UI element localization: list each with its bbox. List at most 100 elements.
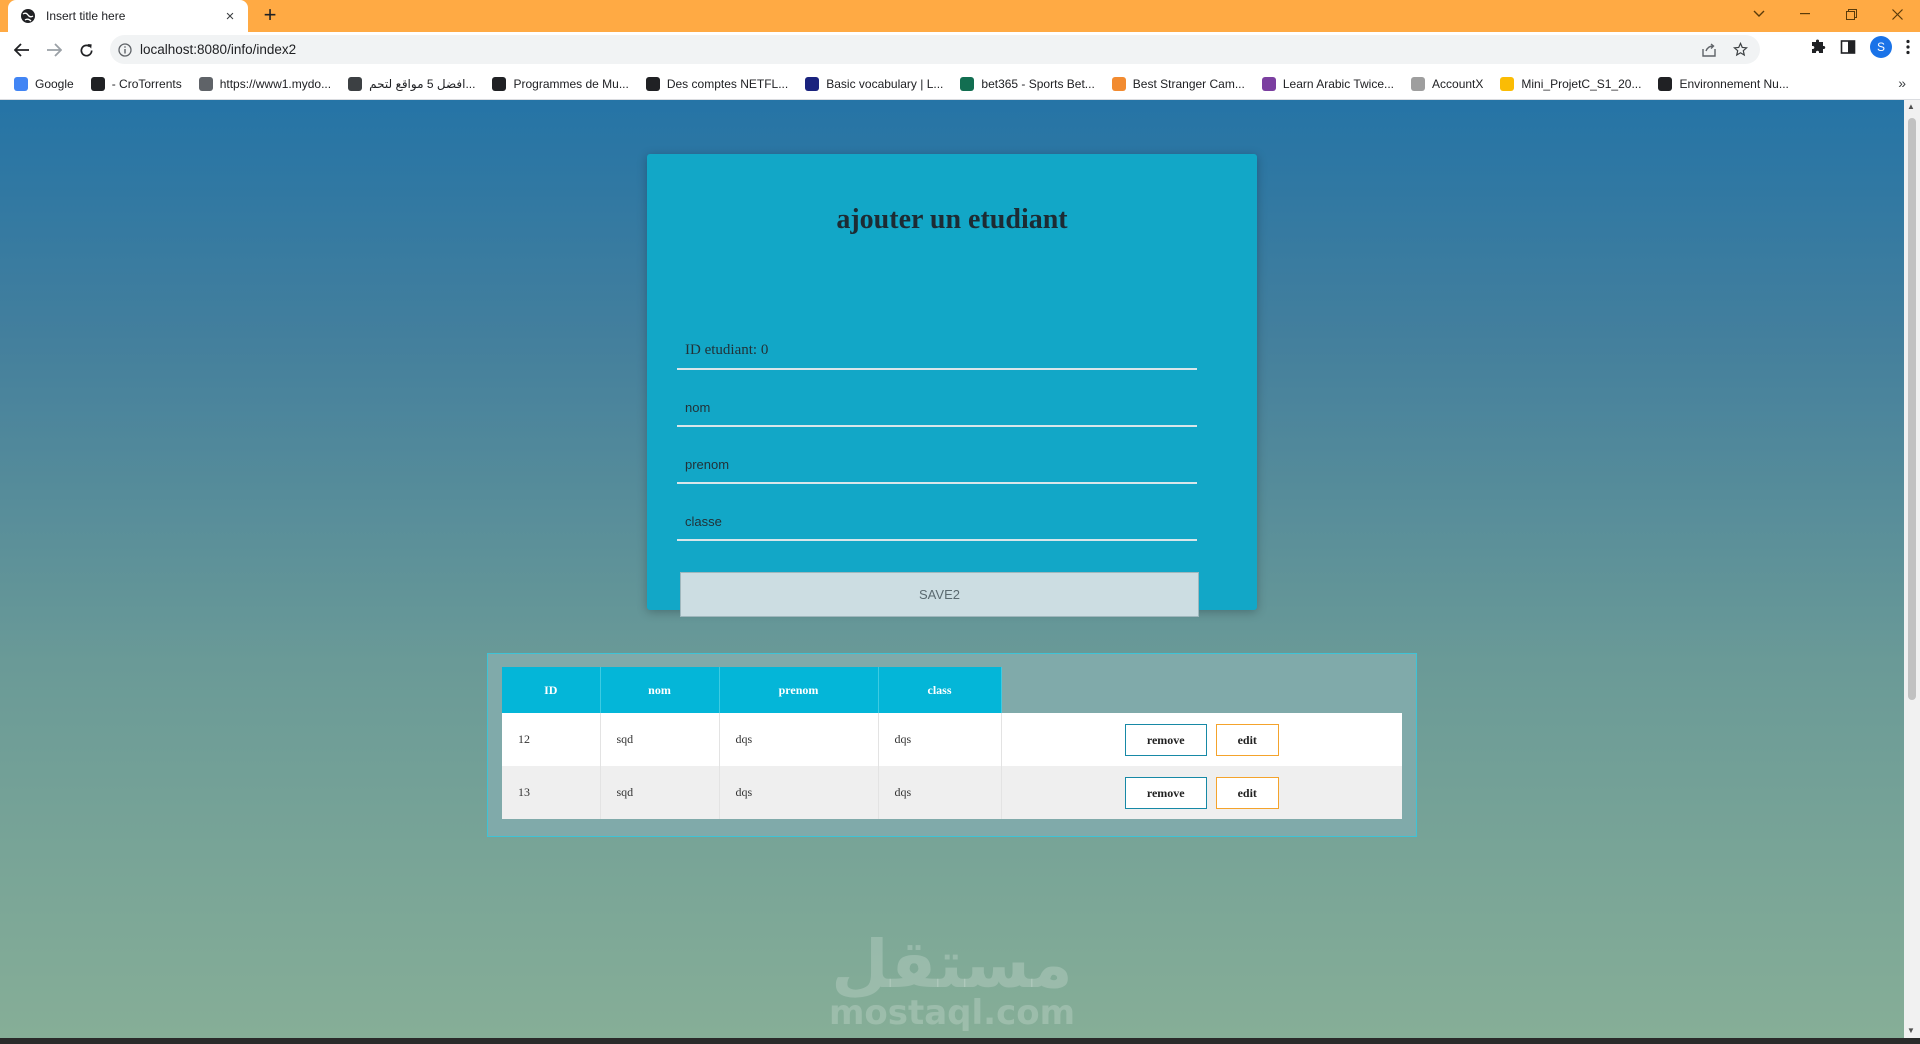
restore-icon[interactable]: [1828, 0, 1874, 28]
students-table: ID nom prenom class 12 sqd dqs dqs remov…: [502, 667, 1402, 819]
header-nom: nom: [600, 667, 720, 713]
bookmark-item[interactable]: https://www1.mydo...: [198, 76, 332, 91]
bookmark-favicon-icon: [1111, 76, 1126, 91]
bookmark-item[interactable]: Programmes de Mu...: [492, 76, 629, 91]
bookmark-label: افضل 5 مواقع لتحم...: [369, 76, 476, 91]
site-info-icon[interactable]: [118, 42, 132, 57]
add-student-form: ajouter un etudiant SAVE2: [647, 154, 1257, 617]
scroll-up-arrow-icon[interactable]: ▲: [1907, 102, 1915, 111]
bookmark-favicon-icon: [1261, 76, 1276, 91]
window-close-icon[interactable]: [1874, 0, 1920, 28]
bookmark-favicon-icon: [14, 76, 28, 91]
bookmark-item[interactable]: AccountX: [1411, 76, 1484, 91]
bookmark-item[interactable]: افضل 5 مواقع لتحم...: [348, 76, 476, 91]
page-viewport: ajouter un etudiant SAVE2 ID nom prenom …: [0, 100, 1904, 1038]
bookmark-label: AccountX: [1432, 76, 1484, 91]
bookmark-favicon-icon: [1411, 76, 1426, 91]
table-row: 13 sqd dqs dqs remove edit: [502, 766, 1402, 819]
address-bar[interactable]: localhost:8080/info/index2: [110, 35, 1760, 64]
cell-nom: sqd: [600, 766, 720, 819]
profile-avatar[interactable]: S: [1870, 36, 1892, 58]
bookmark-star-icon[interactable]: [1733, 42, 1748, 57]
bookmark-item[interactable]: Learn Arabic Twice...: [1261, 76, 1395, 91]
minimize-icon[interactable]: [1782, 0, 1828, 28]
header-class: class: [878, 667, 1002, 713]
form-title: ajouter un etudiant: [836, 204, 1068, 235]
bookmark-item[interactable]: Des comptes NETFL...: [645, 76, 789, 91]
bookmark-item[interactable]: Basic vocabulary | L...: [805, 76, 944, 91]
tab-close-icon[interactable]: ×: [222, 8, 238, 25]
bookmark-label: https://www1.mydo...: [219, 76, 332, 91]
bookmark-label: Mini_ProjetC_S1_20...: [1521, 76, 1642, 91]
bookmark-favicon-icon: [1500, 76, 1515, 91]
table-row: 12 sqd dqs dqs remove edit: [502, 713, 1402, 766]
tab-title: Insert title here: [46, 9, 126, 23]
watermark-arabic: مستقل: [831, 926, 1073, 1003]
tab-strip: Insert title here × +: [0, 0, 1920, 32]
globe-icon: [21, 9, 35, 23]
bookmark-item[interactable]: bet365 - Sports Bet...: [960, 76, 1095, 91]
cell-class: dqs: [878, 766, 1002, 819]
cell-prenom: dqs: [719, 766, 879, 819]
browser-toolbar: localhost:8080/info/index2 S: [0, 32, 1920, 68]
save-button[interactable]: SAVE2: [680, 572, 1199, 617]
cell-id: 12: [502, 713, 601, 766]
bookmark-item[interactable]: Mini_ProjetC_S1_20...: [1500, 76, 1642, 91]
header-prenom: prenom: [719, 667, 879, 713]
bookmark-label: Programmes de Mu...: [513, 76, 629, 91]
edit-button[interactable]: edit: [1215, 776, 1279, 809]
scroll-down-arrow-icon[interactable]: ▼: [1907, 1026, 1915, 1035]
watermark-latin: mostaql.com: [828, 993, 1076, 1033]
bookmark-label: - CroTorrents: [111, 76, 182, 91]
bookmark-label: Environnement Nu...: [1679, 76, 1789, 91]
nom-field[interactable]: [677, 389, 1197, 427]
bookmark-item[interactable]: - CroTorrents: [90, 76, 182, 91]
remove-button[interactable]: remove: [1124, 776, 1207, 809]
back-arrow-icon[interactable]: [6, 34, 38, 66]
student-id-field[interactable]: [677, 332, 1197, 370]
bookmark-favicon-icon: [960, 76, 975, 91]
prenom-field[interactable]: [677, 446, 1197, 484]
bookmark-label: Des comptes NETFL...: [666, 76, 789, 91]
extensions-icon[interactable]: [1810, 39, 1826, 55]
bookmark-item[interactable]: Best Stranger Cam...: [1111, 76, 1245, 91]
forward-arrow-icon[interactable]: [38, 34, 70, 66]
bookmarks-bar: Google - CroTorrents https://www1.mydo... ا…: [0, 68, 1920, 100]
remove-button[interactable]: remove: [1124, 723, 1207, 756]
share-icon[interactable]: [1702, 42, 1717, 57]
cell-actions: remove edit: [1001, 766, 1402, 819]
browser-tab[interactable]: Insert title here ×: [8, 0, 248, 32]
new-tab-button[interactable]: +: [258, 4, 282, 28]
bookmark-label: Best Stranger Cam...: [1132, 76, 1245, 91]
bookmark-label: Learn Arabic Twice...: [1282, 76, 1395, 91]
more-options-icon[interactable]: [1906, 39, 1910, 55]
cell-nom: sqd: [600, 713, 720, 766]
bookmark-favicon-icon: [645, 76, 660, 91]
header-actions: [1001, 667, 1402, 713]
side-panel-icon[interactable]: [1840, 39, 1856, 55]
cell-prenom: dqs: [719, 713, 879, 766]
cell-actions: remove edit: [1001, 713, 1402, 766]
vertical-scrollbar[interactable]: ▲ ▼: [1904, 100, 1920, 1038]
mostaql-watermark: مستقل mostaql.com: [0, 926, 1904, 1033]
bookmarks-overflow-icon[interactable]: »: [1898, 75, 1906, 91]
reload-icon[interactable]: [70, 34, 102, 66]
bookmark-favicon-icon: [805, 76, 820, 91]
tab-search-chevron-icon[interactable]: [1736, 0, 1782, 28]
cell-id: 13: [502, 766, 601, 819]
bookmark-item[interactable]: Google: [14, 76, 74, 91]
bookmark-label: bet365 - Sports Bet...: [981, 76, 1095, 91]
scrollbar-thumb[interactable]: [1908, 118, 1916, 700]
bookmark-favicon-icon: [198, 76, 213, 91]
table-header-row: ID nom prenom class: [502, 667, 1402, 713]
bottom-bar: [0, 1038, 1920, 1044]
students-table-container: ID nom prenom class 12 sqd dqs dqs remov…: [487, 653, 1417, 837]
bookmark-label: Basic vocabulary | L...: [826, 76, 944, 91]
classe-field[interactable]: [677, 503, 1197, 541]
bookmark-label: Google: [35, 76, 74, 91]
header-id: ID: [502, 667, 601, 713]
bookmark-item[interactable]: Environnement Nu...: [1658, 76, 1789, 91]
url-text[interactable]: localhost:8080/info/index2: [140, 42, 1702, 57]
bookmark-favicon-icon: [90, 76, 105, 91]
edit-button[interactable]: edit: [1215, 723, 1279, 756]
